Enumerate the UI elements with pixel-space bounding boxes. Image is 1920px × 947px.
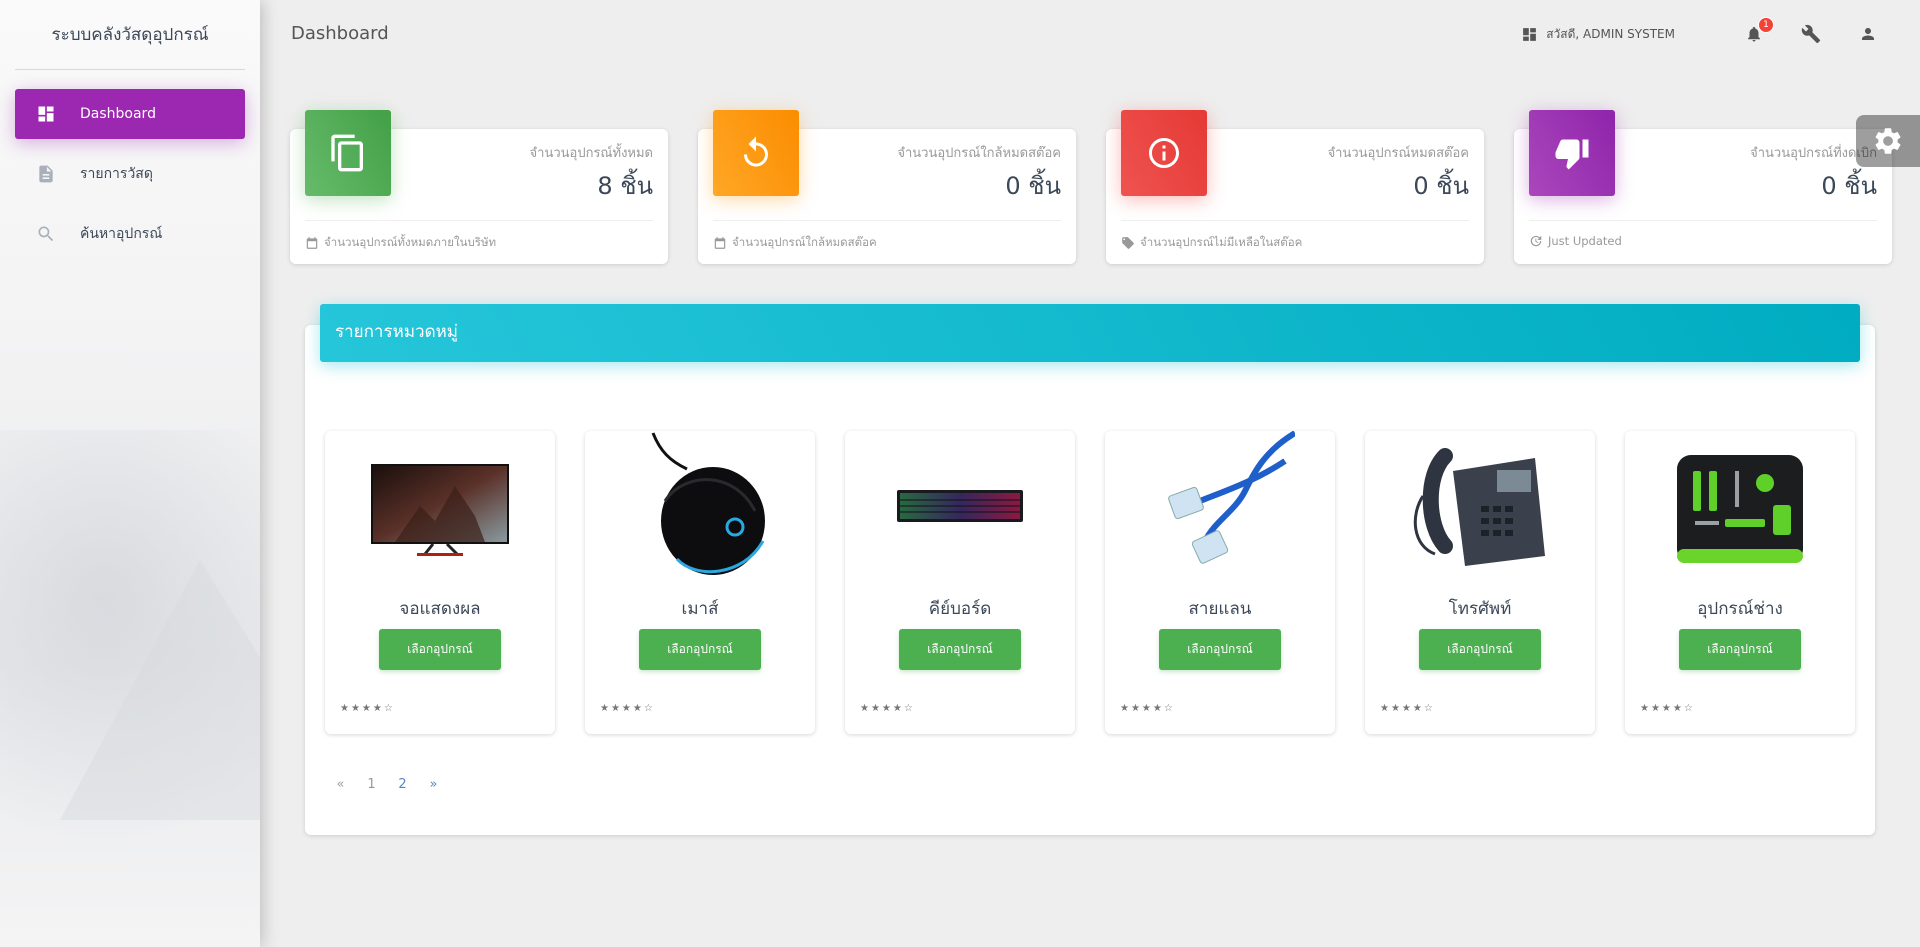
stat-category: จำนวนอุปกรณ์หมดสต๊อค — [1327, 146, 1469, 161]
user-profile-button[interactable] — [1856, 22, 1880, 46]
stat-value: 0 ชิ้น — [1005, 172, 1061, 200]
search-icon — [35, 223, 57, 245]
category-card: เมาส์ เลือกอุปกรณ์ ★★★★☆ — [585, 431, 815, 734]
tag-icon — [1122, 237, 1134, 249]
document-icon — [35, 163, 57, 185]
copy-icon — [331, 134, 363, 172]
stat-footer: Just Updated — [1529, 220, 1877, 248]
rating-stars: ★★★★☆ — [340, 703, 395, 714]
stat-category: จำนวนอุปกรณ์ทั้งหมด — [529, 146, 653, 161]
sidebar-nav: Dashboard รายการวัสดุ ค้นหาอุปกรณ์ — [0, 70, 260, 259]
stat-card-total: จำนวนอุปกรณ์ทั้งหมด 8 ชิ้น จำนวนอุปกรณ์ท… — [290, 110, 668, 264]
notification-badge: 1 — [1758, 17, 1774, 33]
sidebar: ระบบคลังวัสดุอุปกรณ์ Dashboard รายการวัส… — [0, 0, 260, 947]
sidebar-item-search[interactable]: ค้นหาอุปกรณ์ — [15, 209, 245, 259]
stat-icon-box — [1529, 110, 1615, 196]
top-navbar: Dashboard สวัสดี, ADMIN SYSTEM 1 — [260, 0, 1920, 70]
select-equipment-button[interactable]: เลือกอุปกรณ์ — [1159, 629, 1281, 670]
stat-value: 0 ชิ้น — [1413, 172, 1469, 200]
rating-stars: ★★★★☆ — [1640, 703, 1695, 714]
stat-icon-box — [305, 110, 391, 196]
settings-wrench-button[interactable] — [1799, 22, 1823, 46]
update-icon — [1530, 235, 1542, 247]
category-name: คีย์บอร์ด — [928, 599, 992, 619]
stat-footer: จำนวนอุปกรณ์ไม่มีเหลือในสต๊อค — [1121, 220, 1469, 252]
refresh-icon — [744, 136, 768, 167]
top-right-actions: สวัสดี, ADMIN SYSTEM 1 — [1521, 17, 1880, 46]
stat-value: 8 ชิ้น — [597, 172, 653, 200]
keyboard-image — [860, 431, 1060, 581]
select-equipment-button[interactable]: เลือกอุปกรณ์ — [1419, 629, 1541, 670]
category-name: เมาส์ — [681, 599, 719, 619]
calendar-icon — [714, 237, 726, 249]
category-name: อุปกรณ์ช่าง — [1697, 599, 1783, 619]
rating-stars: ★★★★☆ — [1120, 703, 1175, 714]
select-equipment-button[interactable]: เลือกอุปกรณ์ — [1679, 629, 1801, 670]
mouse-image — [600, 431, 800, 581]
stat-card-low-stock: จำนวนอุปกรณ์ใกล้หมดสต๊อค 0 ชิ้น จำนวนอุป… — [698, 110, 1076, 264]
category-card: คีย์บอร์ด เลือกอุปกรณ์ ★★★★☆ — [845, 431, 1075, 734]
category-cards: จอแสดงผล เลือกอุปกรณ์ ★★★★☆ เมาส์ เลือกอ… — [325, 431, 1855, 734]
greeting-text: สวัสดี, ADMIN SYSTEM — [1546, 26, 1675, 41]
sidebar-item-dashboard[interactable]: Dashboard — [15, 89, 245, 139]
select-equipment-button[interactable]: เลือกอุปกรณ์ — [379, 629, 501, 670]
app-brand[interactable]: ระบบคลังวัสดุอุปกรณ์ — [15, 0, 245, 70]
sidebar-item-label: Dashboard — [80, 106, 156, 122]
rating-stars: ★★★★☆ — [600, 703, 655, 714]
dashboard-icon — [1523, 27, 1537, 41]
thumbs-down-icon — [1555, 139, 1589, 170]
category-name: โทรศัพท์ — [1448, 599, 1512, 619]
sidebar-item-label: ค้นหาอุปกรณ์ — [80, 226, 163, 242]
stat-card-out-of-stock: จำนวนอุปกรณ์หมดสต๊อค 0 ชิ้น จำนวนอุปกรณ์… — [1106, 110, 1484, 264]
category-card: จอแสดงผล เลือกอุปกรณ์ ★★★★☆ — [325, 431, 555, 734]
category-card: สายแลน เลือกอุปกรณ์ ★★★★☆ — [1105, 431, 1335, 734]
stat-card-disabled: จำนวนอุปกรณ์ที่งดเบิก 0 ชิ้น Just Update… — [1514, 110, 1892, 264]
stat-value: 0 ชิ้น — [1821, 172, 1877, 200]
pagination-prev[interactable]: « — [325, 777, 356, 792]
dashboard-icon — [35, 103, 57, 125]
toolkit-image — [1640, 431, 1840, 581]
gear-icon — [1875, 128, 1901, 154]
page-title[interactable]: Dashboard — [291, 23, 389, 44]
category-card: อุปกรณ์ช่าง เลือกอุปกรณ์ ★★★★☆ — [1625, 431, 1855, 734]
select-equipment-button[interactable]: เลือกอุปกรณ์ — [899, 629, 1021, 670]
stat-category: จำนวนอุปกรณ์ใกล้หมดสต๊อค — [897, 146, 1061, 161]
fixed-settings-toggle[interactable] — [1856, 115, 1920, 167]
pagination-page-1[interactable]: 1 — [356, 777, 387, 792]
info-icon — [1149, 138, 1179, 168]
select-equipment-button[interactable]: เลือกอุปกรณ์ — [639, 629, 761, 670]
user-greeting[interactable]: สวัสดี, ADMIN SYSTEM — [1521, 25, 1675, 44]
stat-footer-text: จำนวนอุปกรณ์ไม่มีเหลือในสต๊อค — [1140, 235, 1303, 249]
stat-icon-box — [713, 110, 799, 196]
stat-footer-text: จำนวนอุปกรณ์ใกล้หมดสต๊อค — [732, 235, 877, 249]
calendar-icon — [306, 237, 318, 249]
stat-footer: จำนวนอุปกรณ์ใกล้หมดสต๊อค — [713, 220, 1061, 252]
pagination-page-2[interactable]: 2 — [387, 777, 418, 792]
stat-footer-text: Just Updated — [1548, 234, 1622, 248]
stat-footer: จำนวนอุปกรณ์ทั้งหมดภายในบริษัท — [305, 220, 653, 252]
phone-image — [1380, 431, 1580, 581]
stat-footer-text: จำนวนอุปกรณ์ทั้งหมดภายในบริษัท — [324, 235, 497, 249]
stat-icon-box — [1121, 110, 1207, 196]
category-panel-title: รายการหมวดหมู่ — [335, 322, 459, 342]
monitor-image — [340, 431, 540, 581]
rating-stars: ★★★★☆ — [860, 703, 915, 714]
wrench-icon — [1801, 24, 1821, 44]
notifications-button[interactable]: 1 — [1742, 17, 1774, 46]
category-name: จอแสดงผล — [399, 599, 481, 619]
lan-cable-image — [1120, 431, 1320, 581]
category-panel-header: รายการหมวดหมู่ — [320, 304, 1860, 362]
person-icon — [1862, 28, 1874, 40]
sidebar-item-materials[interactable]: รายการวัสดุ — [15, 149, 245, 199]
pagination-next[interactable]: » — [418, 777, 449, 792]
category-card: โทรศัพท์ เลือกอุปกรณ์ ★★★★☆ — [1365, 431, 1595, 734]
rating-stars: ★★★★☆ — [1380, 703, 1435, 714]
pagination: « 1 2 » — [325, 777, 449, 792]
sidebar-item-label: รายการวัสดุ — [80, 166, 153, 182]
category-name: สายแลน — [1188, 599, 1252, 619]
